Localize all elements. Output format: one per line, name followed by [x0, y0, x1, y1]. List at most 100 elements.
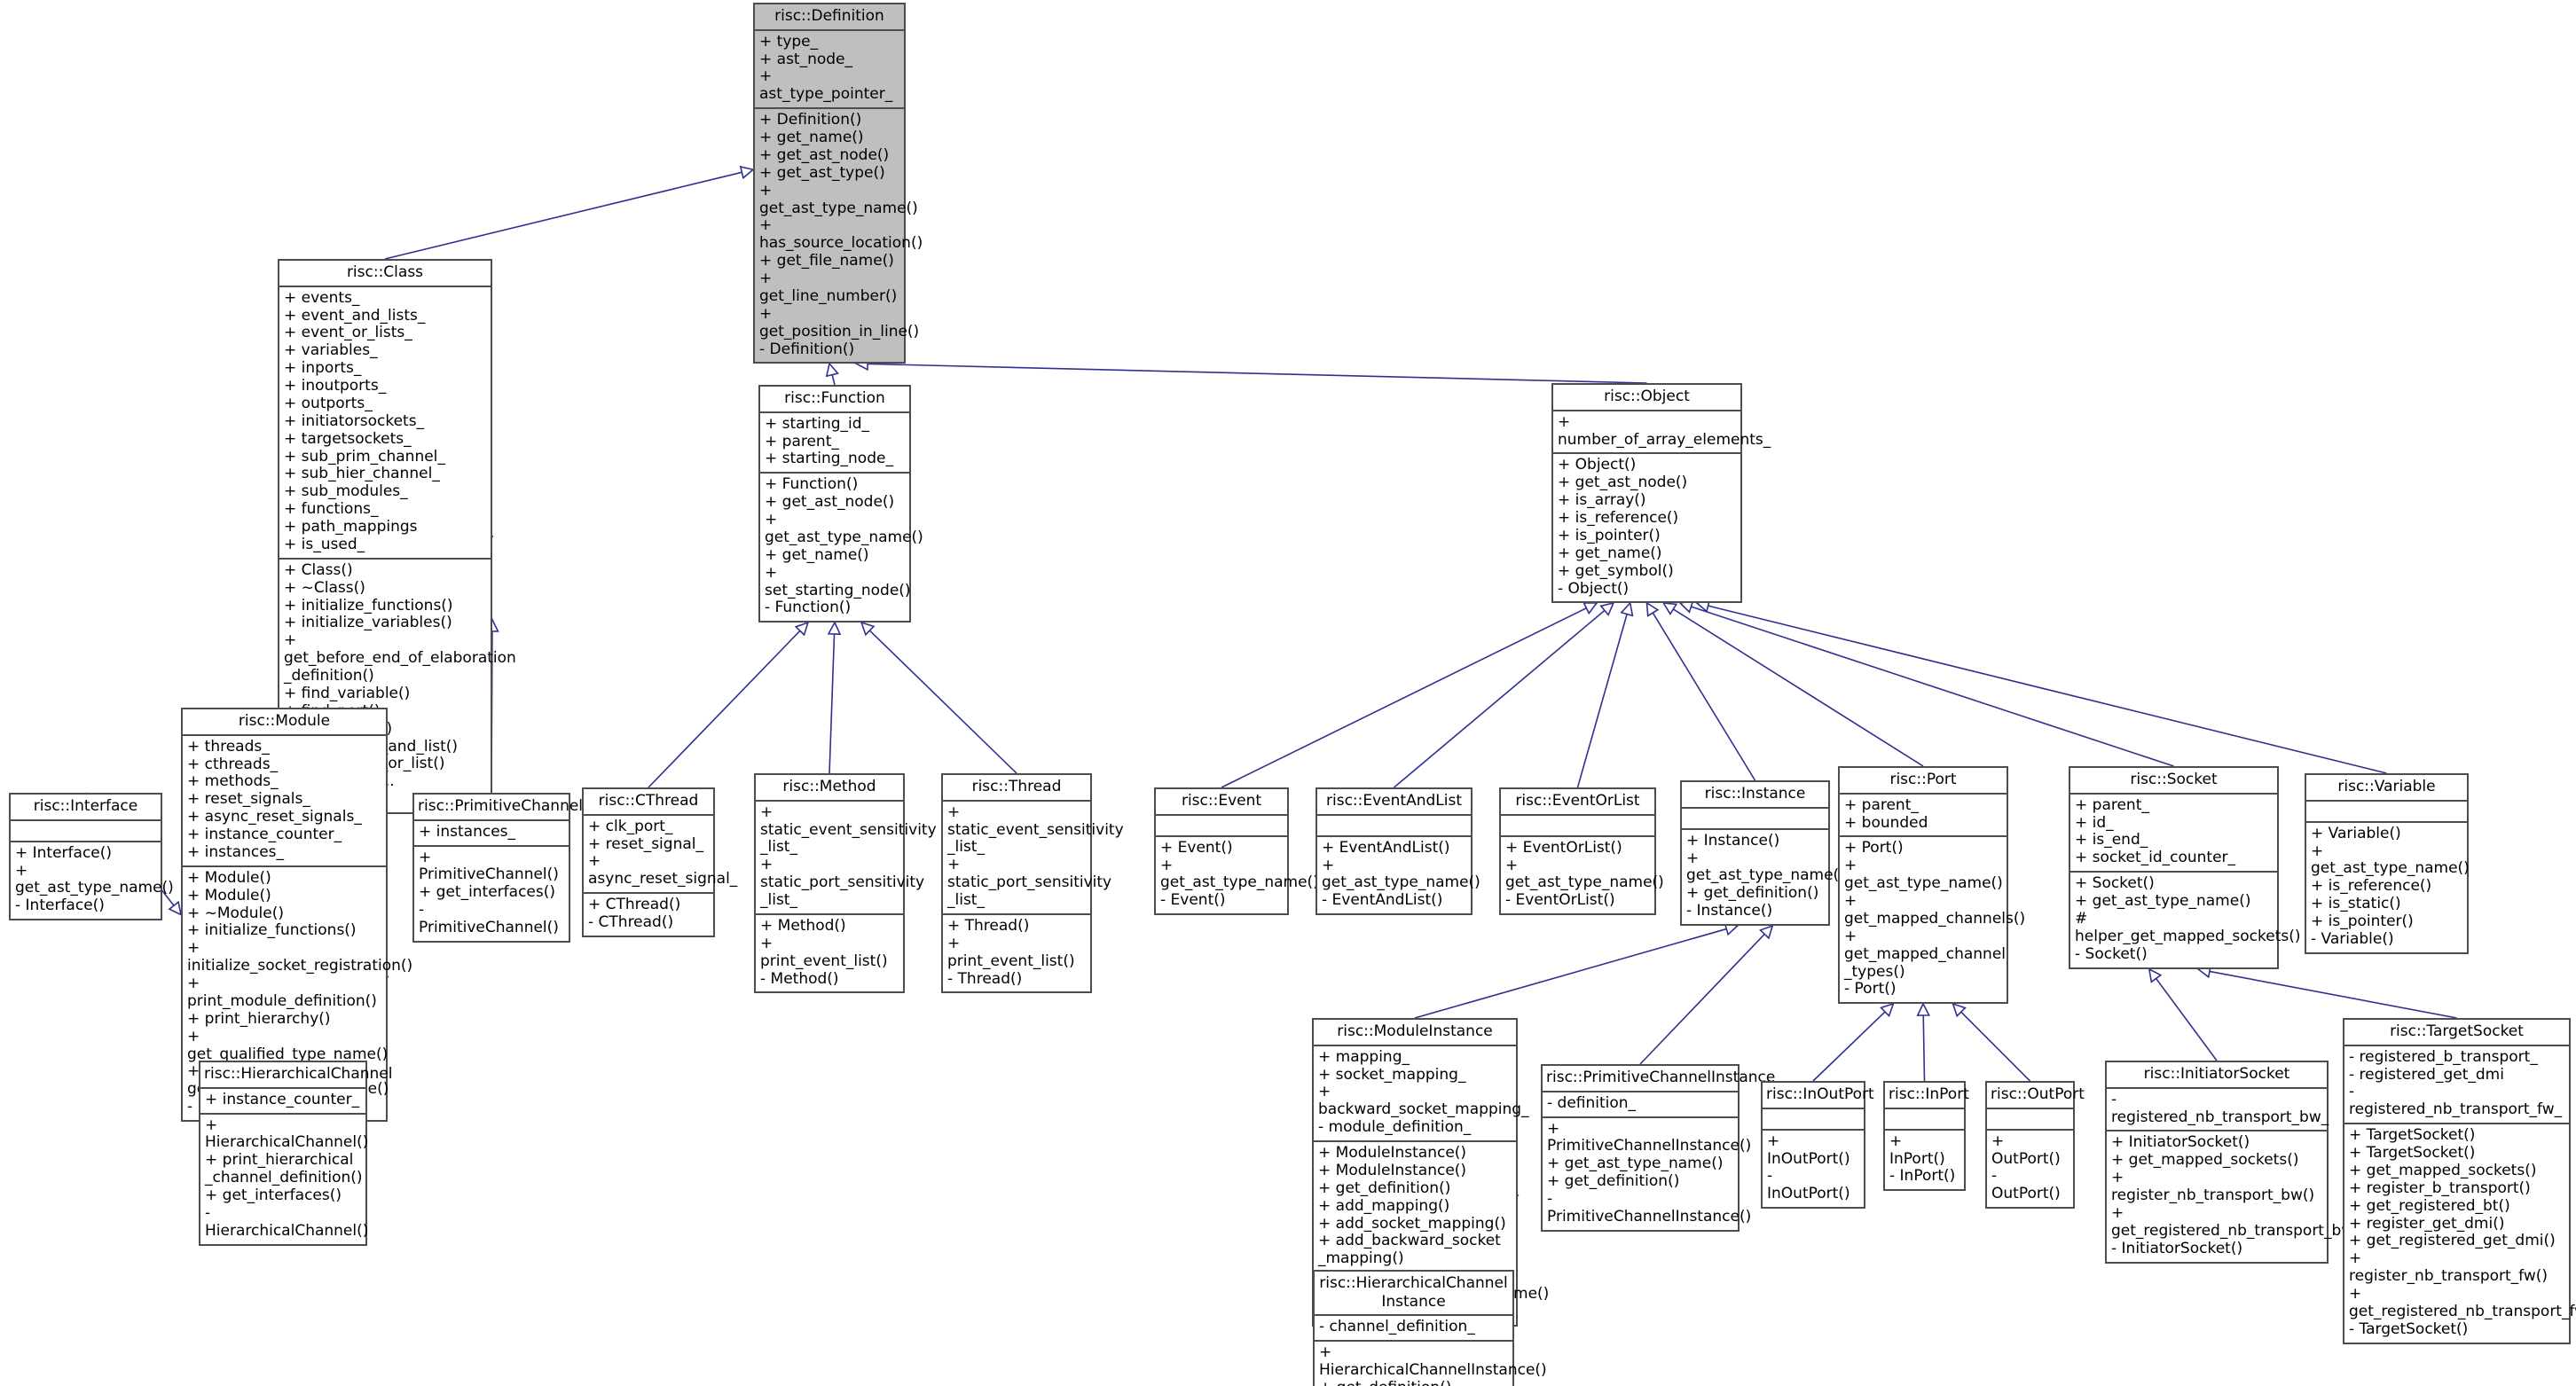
inheritance-line: [1652, 612, 1756, 781]
class-box-hierarchicalchannel[interactable]: risc::HierarchicalChannel + instance_coun…: [199, 1061, 392, 1246]
inheritance-line: [868, 630, 1017, 774]
operation-row: + get_name(): [1558, 544, 1662, 562]
operation-row: + initialize_functions(): [284, 596, 453, 615]
operation-row: + initialize_functions(): [187, 921, 357, 940]
operation-row: + is_static(): [2311, 895, 2401, 913]
class-title-targetsocket: risc::TargetSocket: [2344, 1020, 2569, 1046]
class-operations-eventorlist: + EventOrList() + get_ast_type_name() - Ev…: [1501, 837, 1664, 914]
inheritance-arrowhead: [2148, 967, 2163, 983]
attribute-row: + static_port_sensitivity _list_: [760, 856, 925, 910]
class-box-variable[interactable]: risc::Variable + Variable() + get_ast_type…: [2305, 773, 2470, 954]
operation-row: + get_ast_node(): [765, 493, 895, 512]
operation-row: - Variable(): [2311, 929, 2394, 948]
class-title-function: risc::Function: [760, 387, 909, 413]
class-operations-method: + Method() + print_event_list() - Method(): [756, 915, 903, 992]
inheritance-line: [831, 374, 836, 386]
class-box-function[interactable]: risc::Function + starting_id_ + parent_ + s…: [758, 385, 923, 623]
operation-row: + CThread(): [588, 896, 681, 914]
class-attributes-eventorlist: [1501, 816, 1654, 837]
operation-row: - TargetSocket(): [2349, 1319, 2469, 1338]
class-box-thread[interactable]: risc::Thread + static_event_sensitivity _…: [941, 773, 1124, 994]
inheritance-line: [384, 171, 742, 260]
attribute-row: - channel_definition_: [1319, 1318, 1475, 1336]
operation-row: # helper_get_mapped_sockets(): [2075, 909, 2301, 945]
operation-row: + InitiatorSocket(): [2111, 1133, 2250, 1152]
class-box-port[interactable]: risc::Port + parent_ + bounded + Port() + ge…: [1838, 766, 2025, 1005]
uml-class-diagram: risc::Definition + type_ + ast_node_ + ast_…: [0, 0, 2576, 1386]
class-title-interface: risc::Interface: [11, 795, 161, 821]
class-box-cthread[interactable]: risc::CThread + clk_port_ + reset_signal_ +…: [582, 787, 737, 937]
operation-row: + get_ast_type_name(): [2075, 892, 2251, 911]
operation-row: + InOutPort(): [1767, 1132, 1850, 1168]
operation-row: + EventAndList(): [1322, 838, 1450, 857]
class-title-eventorlist: risc::EventOrList: [1501, 789, 1654, 816]
attribute-row: + methods_: [187, 772, 279, 791]
class-title-thread: risc::Thread: [943, 775, 1090, 802]
operation-row: + Socket(): [2075, 874, 2155, 893]
operation-row: + register_nb_transport_bw(): [2111, 1169, 2315, 1205]
class-title-event: risc::Event: [1156, 789, 1287, 816]
class-title-hierarchicalchannel: risc::HierarchicalChannel: [200, 1062, 392, 1089]
class-box-method[interactable]: risc::Method + static_event_sensitivity _…: [754, 773, 937, 994]
class-attributes-primitivechannelinstance: - definition_: [1543, 1092, 1738, 1118]
class-box-inport[interactable]: risc::InPort + InPort() - InPort(): [1883, 1081, 1969, 1192]
operation-row: + get_before_end_of_elaboration _definit…: [284, 631, 516, 685]
attribute-row: + inports_: [284, 359, 362, 378]
attribute-row: + parent_: [765, 432, 839, 450]
class-operations-function: + Function() + get_ast_node() + get_ast_ty…: [760, 474, 923, 621]
operation-row: + get_ast_type(): [759, 163, 885, 182]
class-operations-initiatorsocket: + InitiatorSocket() + get_mapped_sockets(…: [2107, 1132, 2365, 1261]
class-box-inoutport[interactable]: risc::InOutPort + InOutPort() - InOutPort(…: [1761, 1081, 1874, 1210]
operation-row: + get_ast_node(): [1558, 474, 1688, 492]
class-box-object[interactable]: risc::Object + number_of_array_elements_ +…: [1551, 383, 1771, 604]
operation-row: + print_hierarchical _channel_definition…: [205, 1151, 363, 1187]
class-attributes-variable: [2306, 802, 2467, 823]
operation-row: + print_event_list(): [947, 934, 1075, 970]
class-attributes-primitivechannel: + instances_: [414, 821, 569, 847]
operation-row: + get_registered_bt(): [2349, 1196, 2510, 1215]
attribute-row: - definition_: [1547, 1093, 1637, 1112]
class-box-instance[interactable]: risc::Instance + Instance() + get_ast_type…: [1680, 780, 1845, 927]
attribute-row: + reset_signal_: [588, 834, 703, 853]
operation-row: + Method(): [760, 916, 846, 935]
class-title-moduleinstance: risc::ModuleInstance: [1314, 1020, 1516, 1046]
inheritance-arrowhead: [1952, 1002, 1967, 1018]
class-box-eventorlist[interactable]: risc::EventOrList+ EventOrList() + get_as…: [1499, 787, 1664, 916]
operation-row: + Definition(): [759, 111, 862, 129]
inheritance-arrowhead: [168, 900, 183, 916]
attribute-row: + starting_id_: [765, 414, 870, 433]
operation-row: + Instance(): [1686, 831, 1780, 850]
operation-row: - Interface(): [15, 897, 105, 915]
class-operations-definition: + Definition() + get_name() + get_ast_node…: [755, 109, 923, 362]
class-box-initiatorsocket[interactable]: risc::InitiatorSocket - registered_nb_tra…: [2105, 1061, 2365, 1264]
operation-row: - CThread(): [588, 913, 674, 932]
operation-row: + get_ast_type_name(): [1160, 856, 1319, 892]
class-box-hierarchicalchannelinstance[interactable]: risc::HierarchicalChannel Instance - chan…: [1313, 1270, 1547, 1386]
operation-row: + Object(): [1558, 456, 1637, 474]
class-operations-outport: + OutPort() - OutPort(): [1987, 1131, 2073, 1208]
class-box-primitivechannel[interactable]: risc::PrimitiveChannel + instances_ + Prim…: [412, 793, 583, 943]
class-attributes-method: + static_event_sensitivity _list_ + stati…: [756, 802, 937, 915]
attribute-row: + parent_: [2075, 795, 2149, 814]
class-title-method: risc::Method: [756, 775, 903, 802]
class-box-interface[interactable]: risc::Interface + Interface() + get_ast_ty…: [9, 793, 174, 921]
operation-row: + ModuleInstance(): [1318, 1144, 1467, 1163]
inheritance-arrowhead: [1583, 602, 1598, 615]
class-box-socket[interactable]: risc::Socket + parent_ + id_ + is_end_ + soc…: [2069, 766, 2301, 969]
class-box-definition[interactable]: risc::Definition + type_ + ast_node_ + ast_…: [753, 3, 923, 364]
inheritance-arrowhead: [1880, 1002, 1895, 1018]
class-box-eventandlist[interactable]: risc::EventAndList + EventAndList() + get_…: [1315, 787, 1480, 916]
operation-row: + PrimitiveChannel(): [419, 848, 559, 884]
class-box-primitivechannelinstance[interactable]: risc::PrimitiveChannelInstance - definiti…: [1541, 1064, 1775, 1232]
class-box-targetsocket[interactable]: risc::TargetSocket - registered_b_transpo…: [2343, 1018, 2576, 1344]
class-box-event[interactable]: risc::Event + Event() + get_ast_type_name(…: [1154, 787, 1319, 916]
class-box-outport[interactable]: risc::OutPort + OutPort() - OutPort(): [1985, 1081, 2085, 1210]
attribute-row: + starting_node_: [765, 450, 893, 468]
class-attributes-eventandlist: [1317, 816, 1471, 837]
operation-row: + get_ast_type_name(): [2311, 842, 2470, 878]
inheritance-arrowhead: [827, 621, 842, 636]
class-operations-primitivechannel: + PrimitiveChannel() + get_interfaces() - …: [414, 847, 569, 941]
attribute-row: + instances_: [187, 842, 285, 861]
operation-row: + get_symbol(): [1558, 561, 1674, 580]
attribute-row: + functions_: [284, 500, 379, 519]
